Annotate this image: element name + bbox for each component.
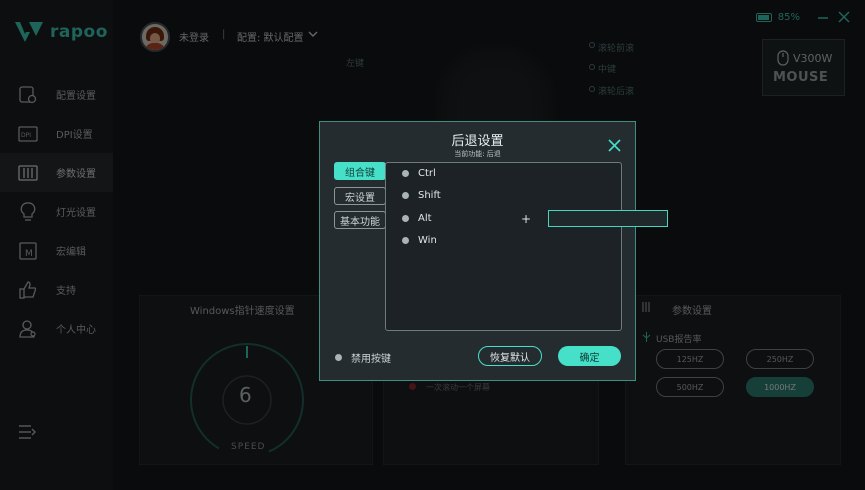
modifier-label: Shift	[418, 190, 441, 201]
confirm-button[interactable]: 确定	[558, 346, 621, 366]
tab-basic-function[interactable]: 基本功能	[334, 211, 386, 229]
key-input[interactable]	[548, 210, 668, 227]
radio-alt[interactable]	[402, 215, 409, 222]
radio-ctrl[interactable]	[402, 170, 409, 177]
modifier-win[interactable]: Win	[402, 235, 437, 246]
plus-sign: +	[521, 212, 532, 226]
modifier-shift[interactable]: Shift	[402, 190, 441, 201]
back-settings-dialog: 后退设置 当前功能: 后退 组合键 宏设置 基本功能 Ctrl Shift Al…	[319, 121, 668, 381]
modifier-key-box: Ctrl Shift Alt Win +	[385, 162, 668, 331]
close-icon[interactable]	[608, 139, 621, 152]
tab-macro[interactable]: 宏设置	[334, 187, 386, 205]
radio-win[interactable]	[402, 237, 409, 244]
dialog-title: 后退设置	[451, 134, 504, 149]
radio-disable[interactable]	[335, 354, 342, 361]
radio-shift[interactable]	[402, 192, 409, 199]
modifier-label: Win	[418, 235, 437, 246]
disable-key-label: 禁用按键	[351, 354, 391, 365]
modifier-label: Alt	[418, 213, 432, 224]
reset-default-button[interactable]: 恢复默认	[478, 346, 542, 366]
dialog-subtitle: 当前功能: 后退	[454, 150, 501, 158]
tab-combo-key[interactable]: 组合键	[334, 162, 386, 180]
disable-key-option[interactable]: 禁用按键	[335, 350, 391, 365]
modifier-label: Ctrl	[418, 168, 436, 179]
modifier-ctrl[interactable]: Ctrl	[402, 168, 436, 179]
modifier-alt[interactable]: Alt	[402, 213, 432, 224]
